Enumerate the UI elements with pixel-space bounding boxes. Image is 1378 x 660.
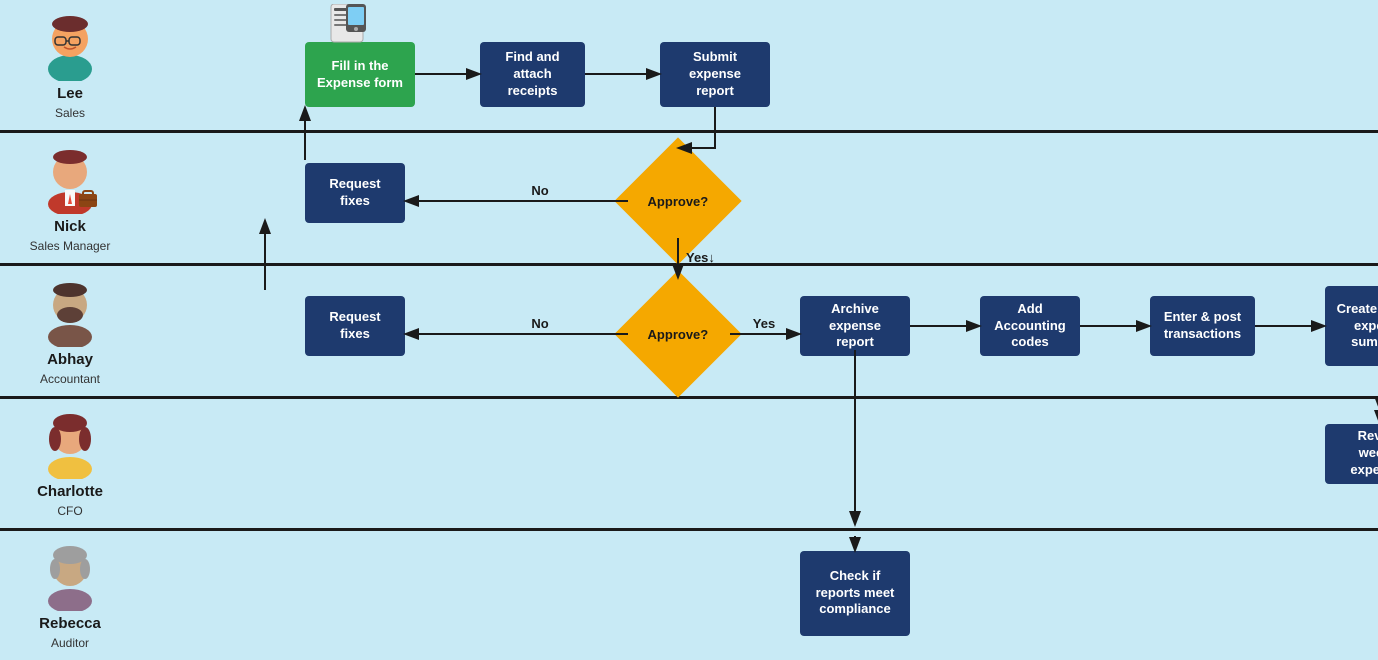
fill-form-box: Fill in the Expense form xyxy=(305,42,415,107)
lee-avatar xyxy=(35,11,105,81)
abhay-name: Abhay xyxy=(47,351,93,368)
nick-avatar xyxy=(35,144,105,214)
charlotte-role: CFO xyxy=(57,504,82,518)
charlotte-arrows xyxy=(140,404,1378,524)
charlotte-avatar xyxy=(35,409,105,479)
actor-rebecca: Rebecca Auditor xyxy=(0,531,140,660)
actor-nick: Nick Sales Manager xyxy=(0,134,140,263)
svg-text:No: No xyxy=(531,316,548,331)
svg-text:No: No xyxy=(531,183,548,198)
rebecca-avatar xyxy=(35,541,105,611)
nick-name: Nick xyxy=(54,218,86,235)
lee-name: Lee xyxy=(57,85,83,102)
actor-abhay: Abhay Accountant xyxy=(0,267,140,396)
lee-role: Sales xyxy=(55,106,85,120)
receipt-icon xyxy=(328,4,366,46)
nick-arrows: No xyxy=(140,133,1378,263)
rebecca-name: Rebecca xyxy=(39,615,101,632)
rebecca-role: Auditor xyxy=(51,636,89,650)
abhay-role: Accountant xyxy=(40,372,100,386)
charlotte-name: Charlotte xyxy=(37,483,103,500)
actor-lee: Lee Sales xyxy=(0,1,140,130)
rebecca-arrows xyxy=(140,536,1378,656)
abhay-avatar xyxy=(35,277,105,347)
nick-role: Sales Manager xyxy=(30,239,111,253)
actor-charlotte: Charlotte CFO xyxy=(0,399,140,528)
abhay-arrows: No Yes xyxy=(140,266,1378,396)
svg-text:Yes: Yes xyxy=(753,316,775,331)
